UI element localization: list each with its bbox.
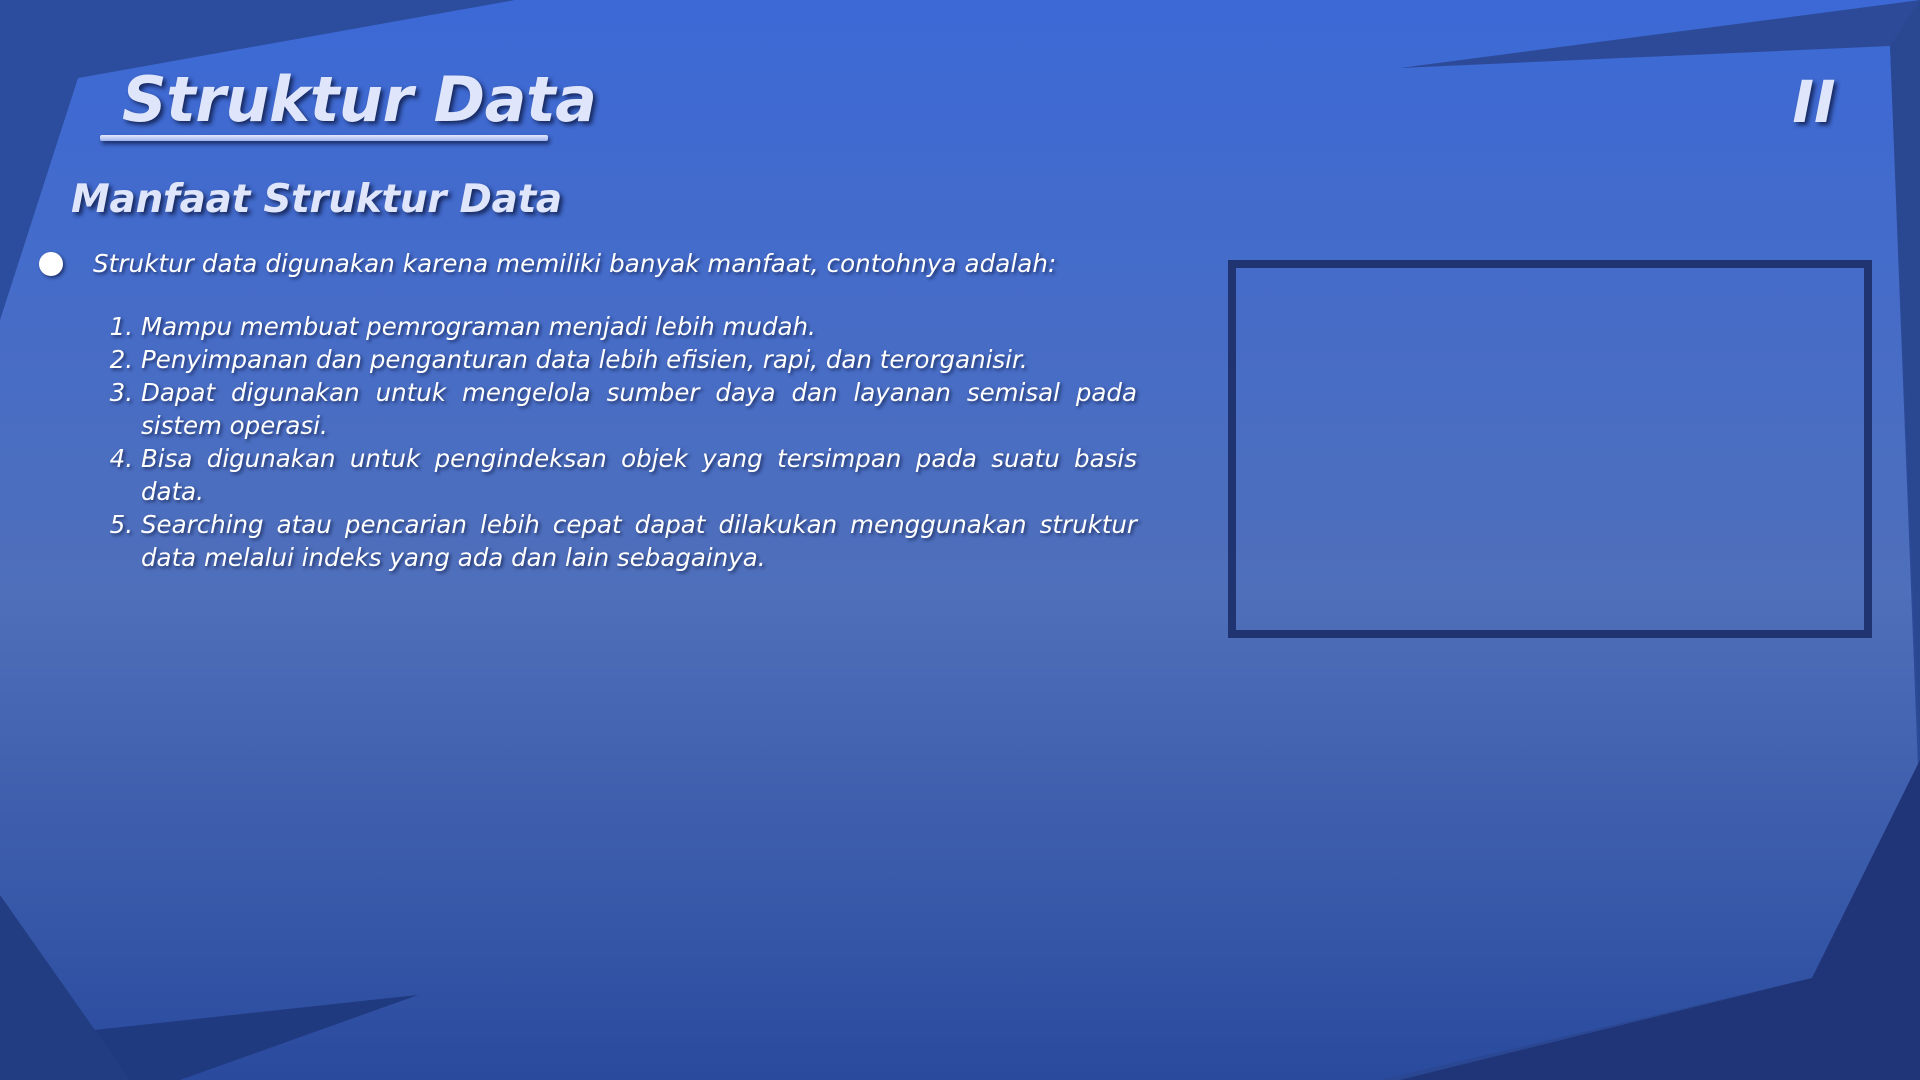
list-item: 1. Mampu membuat pemrograman menjadi leb… [93,310,1137,343]
list-item-text: Mampu membuat pemrograman menjadi lebih … [141,312,816,341]
section-subtitle: Manfaat Struktur Data [71,177,562,222]
slide: Struktur Data II Manfaat Struktur Data S… [0,0,1920,1080]
list-item-text: Dapat digunakan untuk mengelola sumber d… [141,378,1137,440]
image-placeholder-frame [1228,260,1872,638]
slide-title: Struktur Data [122,63,597,136]
list-item: 4. Bisa digunakan untuk pengindeksan obj… [93,442,1137,508]
benefits-list: 1. Mampu membuat pemrograman menjadi leb… [93,310,1137,574]
list-item: 3. Dapat digunakan untuk mengelola sumbe… [93,376,1137,442]
list-item-number: 3. [109,378,133,407]
intro-text: Struktur data digunakan karena memiliki … [93,249,1057,278]
section-number: II [1792,68,1836,136]
list-item-text: Searching atau pencarian lebih cepat dap… [141,510,1137,572]
list-item-text: Penyimpanan dan penganturan data lebih e… [141,345,1028,374]
list-item-number: 4. [109,444,133,473]
list-item-text: Bisa digunakan untuk pengindeksan objek … [141,444,1137,506]
list-item: 5. Searching atau pencarian lebih cepat … [93,508,1137,574]
bullet-dot [39,252,63,276]
list-item-number: 5. [109,510,133,539]
list-item-number: 2. [109,345,133,374]
title-underline [100,135,548,141]
list-item-number: 1. [109,312,133,341]
list-item: 2. Penyimpanan dan penganturan data lebi… [93,343,1137,376]
